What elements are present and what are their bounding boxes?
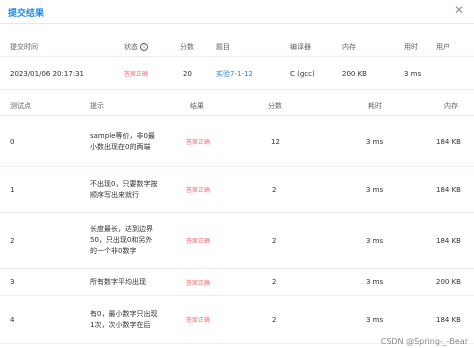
testcase-score: 2 [272, 278, 277, 286]
info-icon[interactable]: i [140, 42, 148, 51]
testcase-result: 答案正确 [186, 279, 211, 287]
compiler-value: C (gcc) [290, 69, 315, 78]
dialog-title: 提交结果 [8, 9, 45, 19]
testcase-id: 4 [10, 315, 15, 324]
col-tc-time: 耗时 [368, 101, 382, 110]
total-score: 20 [183, 69, 192, 78]
col-result: 结果 [190, 101, 204, 110]
testcase-id: 3 [10, 278, 15, 286]
testcase-score: 2 [272, 236, 277, 245]
testcase-time: 3 ms [366, 185, 384, 194]
problem-link[interactable]: 实验7-1-12 [216, 58, 253, 89]
table-row: 3 所有数字平均出现 答案正确 2 3 ms 200 KB [0, 269, 474, 296]
testcase-time: 3 ms [366, 236, 384, 245]
submit-time: 2023/01/06 20:17:31 [10, 69, 85, 78]
col-duration: 用时 [404, 42, 418, 51]
col-submit-time: 提交时间 [10, 42, 38, 51]
testcase-table-header: 测试点 提示 结果 分数 耗时 内存 [0, 96, 474, 116]
testcase-time: 3 ms [366, 278, 384, 286]
testcase-memory: 184 KB [436, 137, 461, 146]
col-hint: 提示 [90, 101, 104, 110]
col-problem: 题目 [216, 42, 230, 51]
testcase-result: 答案正确 [186, 317, 211, 324]
testcase-result: 答案正确 [186, 187, 211, 194]
testcase-time: 3 ms [366, 137, 384, 146]
col-tc-score: 分数 [268, 101, 282, 110]
col-score: 分数 [180, 42, 194, 51]
testcase-score: 2 [272, 315, 277, 324]
col-testcase-id: 测试点 [10, 101, 31, 110]
testcase-memory: 184 KB [436, 315, 461, 324]
testcase-id: 0 [10, 137, 15, 146]
col-memory: 内存 [342, 42, 356, 51]
table-row: 0 sample等价，非0最小数出现在0的两端 答案正确 12 3 ms 184… [0, 117, 474, 167]
testcase-id: 2 [10, 236, 15, 245]
col-tc-memory: 内存 [444, 101, 458, 110]
testcase-result: 答案正确 [186, 139, 211, 146]
testcase-score: 12 [271, 137, 280, 146]
testcase-hint: 长度最长，达到边界50，只出现0和另外的一个非0数字 [90, 225, 153, 255]
col-status: 状态 i [124, 37, 148, 56]
memory-value: 200 KB [342, 69, 367, 78]
testcase-result: 答案正确 [186, 238, 211, 245]
duration-value: 3 ms [404, 69, 422, 78]
col-compiler: 编译器 [290, 42, 311, 51]
table-row: 1 不出现0，只要数字按顺序写出来就行 答案正确 2 3 ms 184 KB [0, 167, 474, 213]
dialog-header: 提交结果 ✕ [0, 0, 474, 24]
testcase-hint: 所有数字平均出现 [90, 277, 146, 286]
col-status-label: 状态 [124, 42, 138, 51]
table-row: 2 长度最长，达到边界50，只出现0和另外的一个非0数字 答案正确 2 3 ms… [0, 213, 474, 269]
summary-row: 2023/01/06 20:17:31 答案正确 20 实验7-1-12 C (… [0, 58, 474, 90]
testcase-memory: 200 KB [436, 278, 461, 286]
testcase-hint: sample等价，非0最小数出现在0的两端 [90, 131, 155, 151]
testcase-hint: 不出现0，只要数字按顺序写出来就行 [90, 179, 158, 199]
status-badge: 答案正确 [124, 71, 149, 78]
testcase-score: 2 [272, 185, 277, 194]
watermark: CSDN @Spring-_-Bear [380, 337, 468, 346]
summary-table-header: 提交时间 状态 i 分数 题目 编译器 内存 用时 用户 [0, 37, 474, 57]
testcase-hint: 有0，最小数字只出现1次，次小数字在后 [90, 309, 158, 329]
testcase-memory: 184 KB [436, 236, 461, 245]
testcase-id: 1 [10, 185, 15, 194]
close-icon[interactable]: ✕ [454, 3, 464, 17]
testcase-time: 3 ms [366, 315, 384, 324]
col-user: 用户 [436, 42, 450, 51]
testcase-memory: 184 KB [436, 185, 461, 194]
